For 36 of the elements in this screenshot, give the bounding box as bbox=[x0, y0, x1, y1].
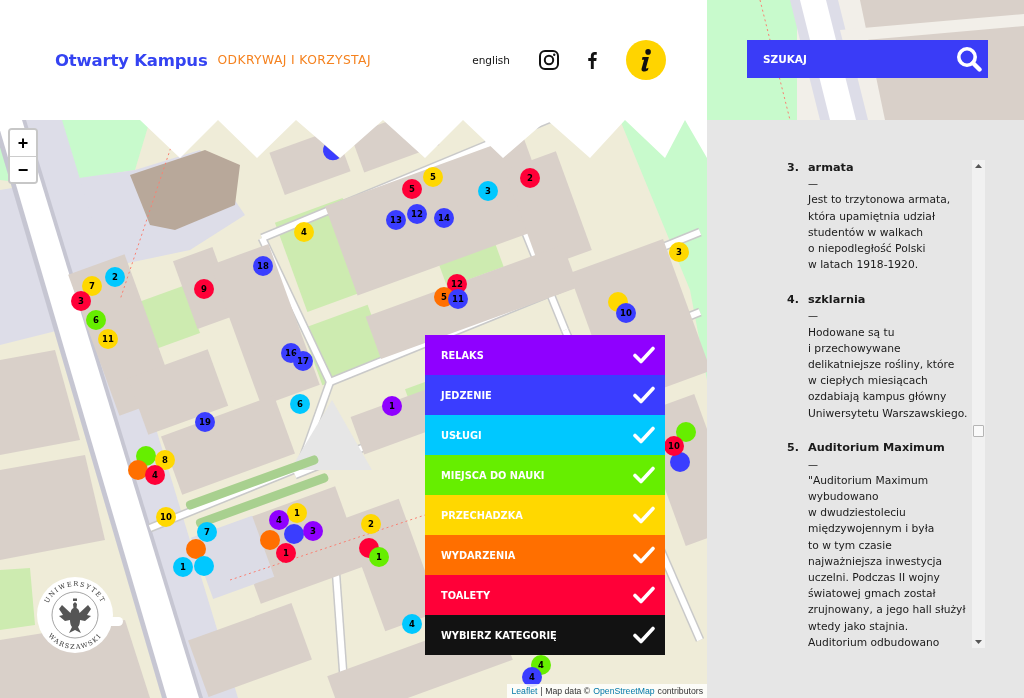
item-description: Hodowane są tu i przechowywane delikatniejsze rośliny, które w ciepłych miesiącach ozdabiają kampus główny Uniwersytetu Warszawskiego. bbox=[808, 324, 968, 422]
info-icon bbox=[641, 48, 651, 72]
scroll-up-icon[interactable] bbox=[975, 164, 982, 168]
scrollbar-thumb[interactable] bbox=[973, 425, 984, 437]
item-number: 5. bbox=[787, 440, 800, 457]
search-field[interactable]: SZUKAJ bbox=[747, 40, 988, 78]
item-title: armata bbox=[808, 160, 854, 176]
item-dash: — bbox=[808, 177, 818, 192]
item-number: 3. bbox=[787, 160, 800, 176]
search-icon[interactable] bbox=[956, 46, 982, 72]
scrollbar[interactable] bbox=[972, 160, 985, 648]
item-description: Jest to trzytonowa armata, która upamiętnia udział studentów w walkach o niepodległość Polski w latach 1918-1920. bbox=[808, 192, 951, 274]
item-dash: — bbox=[808, 309, 818, 324]
search-input[interactable]: SZUKAJ bbox=[763, 53, 956, 65]
attribution-link[interactable]: Leaflet bbox=[511, 686, 538, 696]
category-item[interactable]: WYDARZENIA bbox=[425, 535, 665, 575]
item-title: szklarnia bbox=[808, 292, 866, 309]
map-attribution: Leaflet | Map data © OpenStreetMap contributors bbox=[507, 684, 707, 698]
site-title: Otwarty Kampus bbox=[55, 50, 208, 70]
category-item[interactable]: JEDZENIE bbox=[425, 375, 665, 415]
info-button[interactable] bbox=[626, 40, 666, 80]
category-item[interactable]: RELAKS bbox=[425, 335, 665, 375]
facebook-icon[interactable] bbox=[588, 51, 597, 69]
category-item[interactable]: TOALETY bbox=[425, 575, 665, 615]
item-title: Auditorium Maximum bbox=[808, 440, 945, 457]
instagram-icon[interactable] bbox=[539, 50, 559, 70]
item-number: 4. bbox=[787, 292, 800, 309]
attribution-link[interactable]: OpenStreetMap bbox=[593, 686, 655, 696]
zoom-out-button[interactable]: − bbox=[10, 156, 36, 182]
item-description: "Auditorium Maximum wybudowano w dwudziestoleciu międzywojennym i była to w tym czasie najważniejsza inwestycja uczelni. Podczas II wojny światowej gmach został zrujnowany, a jego hall służył wtedy jako stajnia. Auditorium odbudowano bbox=[808, 472, 966, 651]
site-tagline: ODKRYWAJ I KORZYSTAJ bbox=[217, 53, 371, 67]
language-link[interactable]: english bbox=[472, 54, 510, 66]
category-item[interactable]: WYBIERZ KATEGORIĘ bbox=[425, 615, 665, 655]
university-seal-logo[interactable] bbox=[37, 577, 123, 653]
item-dash: — bbox=[808, 457, 818, 472]
scroll-down-icon[interactable] bbox=[975, 640, 982, 644]
